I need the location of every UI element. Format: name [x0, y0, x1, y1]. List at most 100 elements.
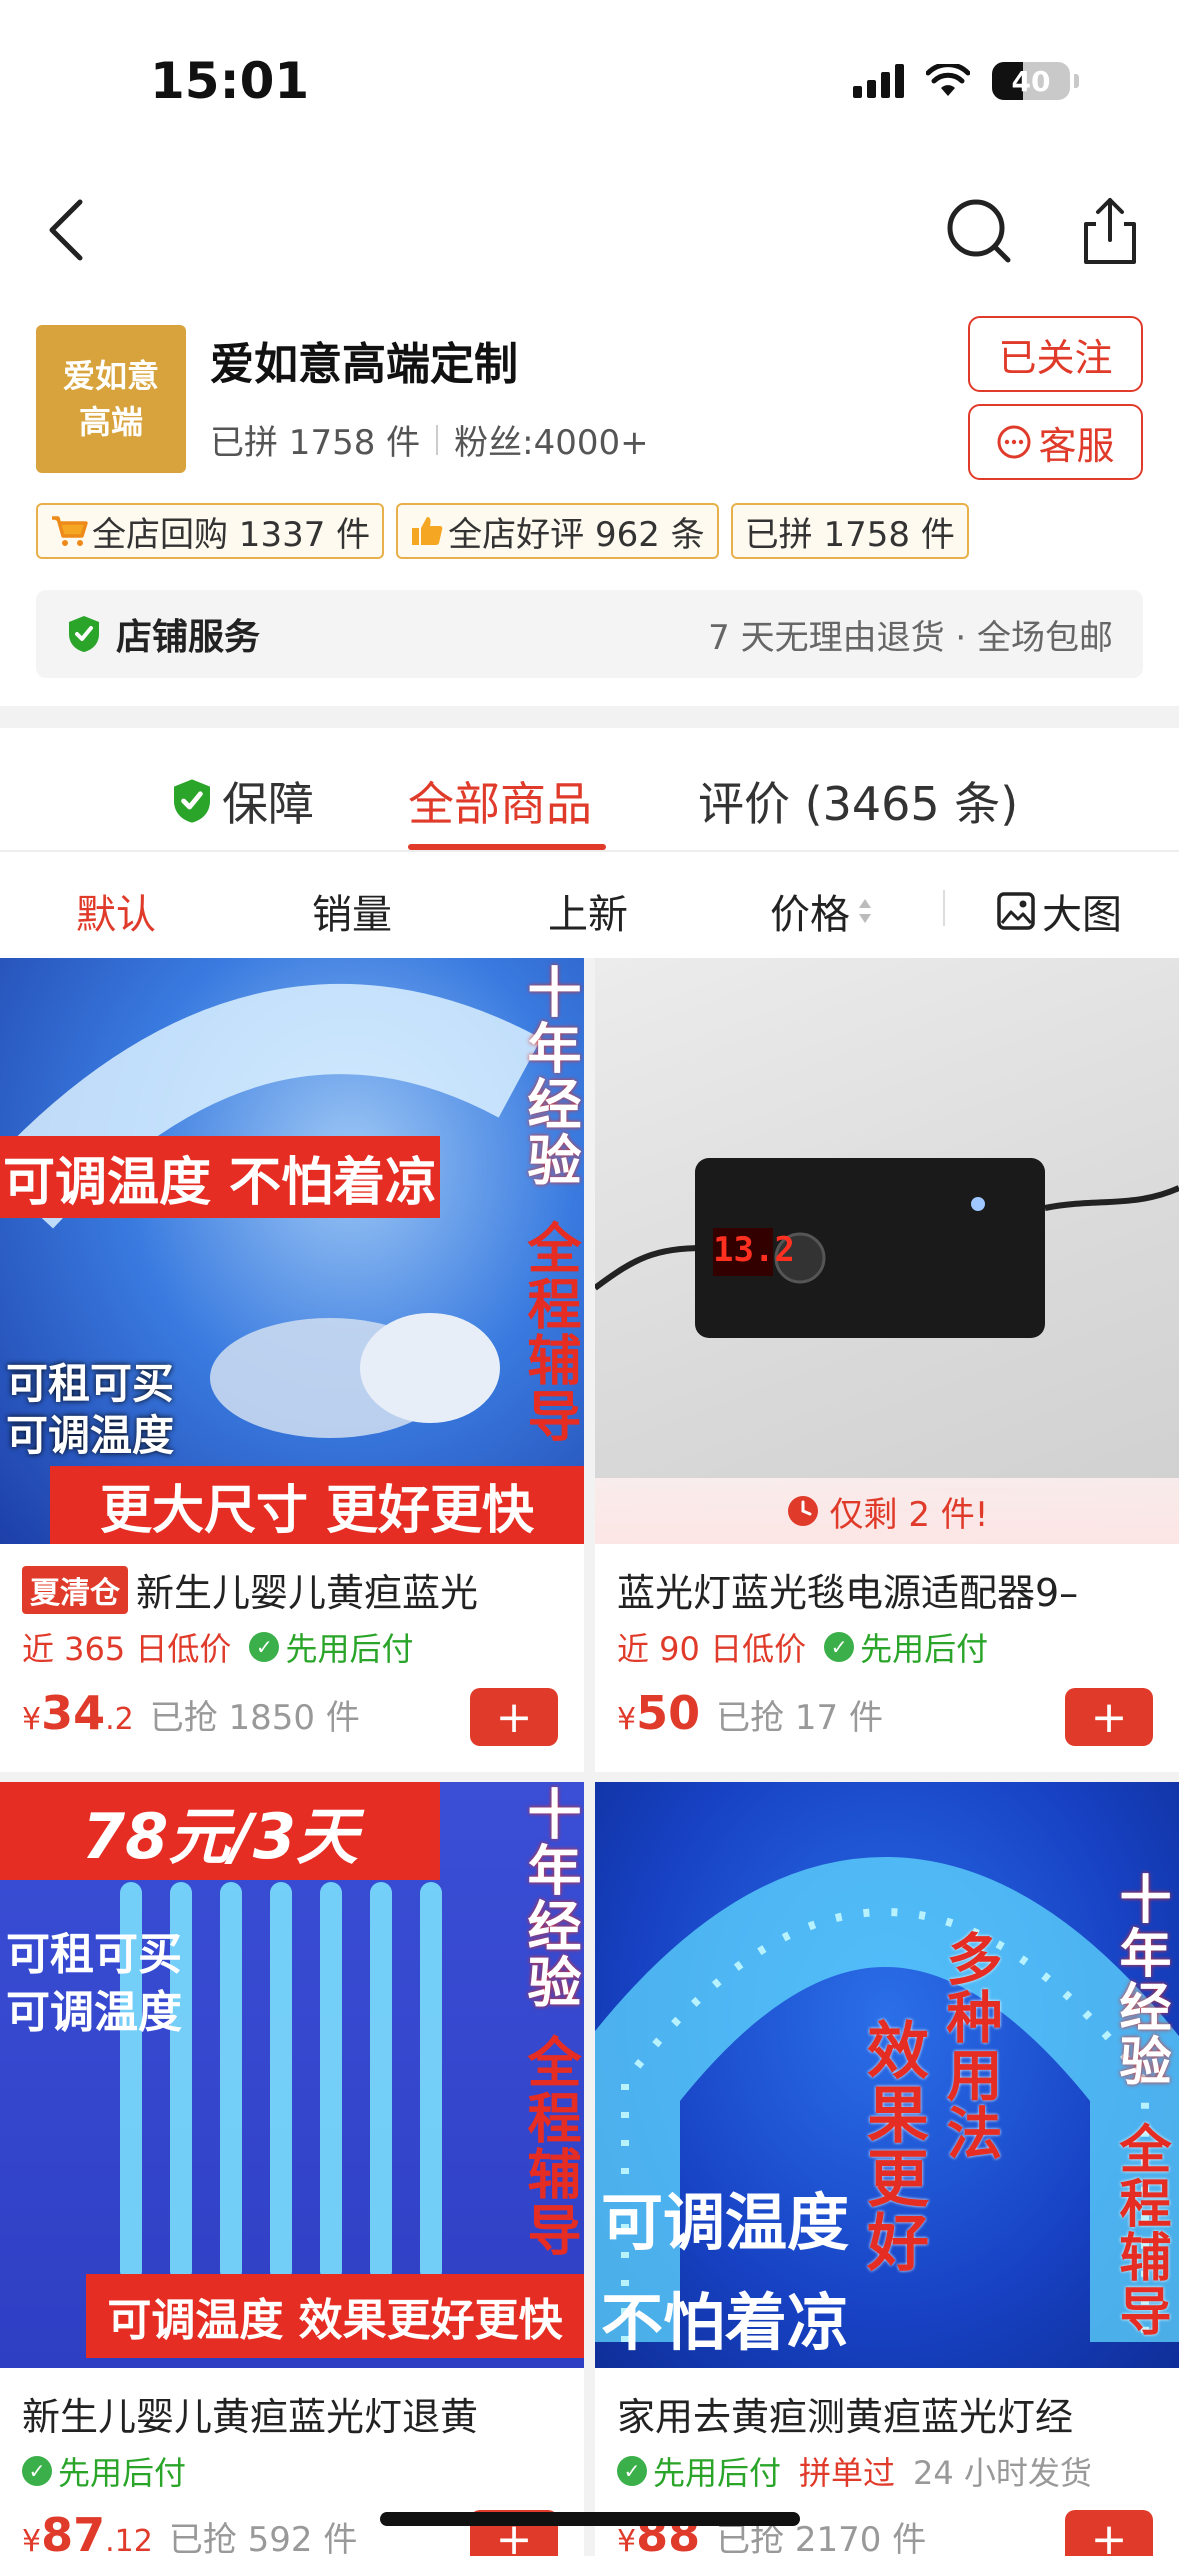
- image-vertical-text-2: 全程辅导: [518, 2034, 581, 2258]
- low-price-label: 近 365 日低价: [22, 1630, 232, 1668]
- power-adapter-graphic: [595, 1158, 1179, 1338]
- image-banner-bottom: 更大尺寸 更好更快: [50, 1466, 584, 1544]
- back-arrow-icon[interactable]: [40, 190, 110, 270]
- product-price: ¥50 已抢 17 件: [617, 1686, 883, 1740]
- home-indicator[interactable]: [380, 2512, 800, 2526]
- image-vertical-text-1: 十年经验: [518, 964, 581, 1188]
- tab-reviews-label: 评价 (3465 条): [698, 777, 1019, 831]
- pay-later-text: 先用后付: [58, 2454, 187, 2492]
- big-image-toggle[interactable]: 大图: [996, 882, 1122, 940]
- sort-price[interactable]: 价格: [770, 882, 874, 940]
- product-image[interactable]: 13.2 仅剩 2 件!: [595, 958, 1179, 1544]
- sort-new[interactable]: 上新: [548, 882, 628, 940]
- add-to-cart-button[interactable]: +: [470, 1688, 558, 1746]
- shop-fans-count: 粉丝:4000+: [454, 423, 649, 463]
- pay-later-text: 先用后付: [285, 1630, 414, 1668]
- battery-tip: [1074, 74, 1079, 88]
- product-price: ¥34.2 已抢 1850 件: [22, 1686, 360, 1740]
- product-meta: ✓ 先用后付: [22, 2448, 186, 2494]
- sold-count: 已抢 592 件: [168, 2520, 358, 2556]
- product-title-text: 家用去黄疸测黄疸蓝光灯经: [617, 2395, 1074, 2439]
- sold-count: 已抢 17 件: [716, 1698, 883, 1738]
- stock-warning-text: 仅剩 2 件!: [829, 1494, 989, 1535]
- product-image[interactable]: 78元/3天 可租可买 可调温度 可调温度 效果更好更快 十年经验 全程辅导: [0, 1782, 584, 2368]
- shop-meta: 已拼 1758 件 粉丝:4000+: [210, 415, 649, 464]
- store-service-bar[interactable]: 店铺服务 7 天无理由退货 · 全场包邮: [36, 590, 1143, 678]
- tab-active-indicator: [408, 844, 606, 850]
- pay-later-label: ✓ 先用后付: [617, 2448, 781, 2494]
- shop-tabs: 保障 全部商品 评价 (3465 条): [0, 728, 1179, 852]
- tab-reviews[interactable]: 评价 (3465 条): [698, 768, 1018, 834]
- big-image-label: 大图: [1042, 892, 1122, 938]
- product-title: 新生儿婴儿黄疸蓝光灯退黄: [22, 2386, 567, 2441]
- store-service-title: 店铺服务: [116, 617, 261, 658]
- shop-name: 爱如意高端定制: [210, 339, 518, 390]
- product-title: 蓝光灯蓝光毯电源适配器9–: [617, 1562, 1162, 1617]
- shop-pinned-count: 已拼 1758 件: [210, 423, 421, 463]
- sort-price-label: 价格: [770, 892, 850, 938]
- price-integer: 87: [41, 2508, 106, 2556]
- product-meta: 近 90 日低价 ✓ 先用后付: [617, 1624, 988, 1670]
- image-vertical-text-1: 十年经验: [518, 1786, 581, 2010]
- pay-later-text: 先用后付: [653, 2454, 782, 2492]
- product-card[interactable]: 13.2 仅剩 2 件! 蓝光灯蓝光毯电源适配器9– 近 90 日低价 ✓ 先用…: [595, 958, 1179, 1772]
- product-meta: 近 365 日低价 ✓ 先用后付: [22, 1624, 413, 1670]
- price-decimal: .12: [105, 2524, 153, 2556]
- add-to-cart-button[interactable]: +: [1065, 1688, 1153, 1746]
- badge-repurchase-text: 全店回购 1337 件: [92, 514, 371, 555]
- pay-later-label: ✓ 先用后付: [824, 1624, 988, 1670]
- sort-sales[interactable]: 销量: [312, 882, 392, 940]
- pay-later-icon: ✓: [824, 1632, 855, 1662]
- product-image[interactable]: 可调温度 不怕着凉 可租可买 可调温度 更大尺寸 更好更快 十年经验 全程辅导: [0, 958, 584, 1544]
- pay-later-label: ✓ 先用后付: [22, 2448, 186, 2494]
- clearance-tag: 夏清仓: [22, 1565, 128, 1614]
- price-decimal: .2: [105, 1702, 134, 1737]
- image-icon: [997, 892, 1035, 930]
- sort-default[interactable]: 默认: [76, 882, 156, 940]
- price-symbol: ¥: [22, 2524, 42, 2556]
- customer-service-button[interactable]: 客服: [968, 404, 1143, 480]
- badge-repurchase: 全店回购 1337 件: [36, 503, 385, 559]
- tab-guarantee-label: 保障: [222, 777, 314, 831]
- product-card[interactable]: 可调温度 不怕着凉 可租可买 可调温度 更大尺寸 更好更快 十年经验 全程辅导 …: [0, 958, 584, 1772]
- image-text-line2: 不怕着凉: [601, 2286, 850, 2359]
- search-icon[interactable]: [940, 192, 1020, 272]
- customer-service-label: 客服: [1038, 423, 1115, 468]
- tab-guarantee[interactable]: 保障: [170, 768, 314, 834]
- product-card[interactable]: 十年经验 全程辅导 多种用法 效果更好 可调温度 不怕着凉 家用去黄疸测黄疸蓝光…: [595, 1782, 1179, 2556]
- image-text-line1: 可调温度: [601, 2186, 850, 2259]
- product-card[interactable]: 78元/3天 可租可买 可调温度 可调温度 效果更好更快 十年经验 全程辅导 新…: [0, 1782, 584, 2556]
- follow-button[interactable]: 已关注: [968, 316, 1143, 392]
- thumbs-up-icon: [412, 517, 443, 545]
- image-vertical-text-3: 多种用法: [937, 1930, 1002, 2162]
- shield-check-icon: [174, 779, 210, 823]
- cellular-signal-icon: [853, 64, 904, 98]
- price-symbol: ¥: [617, 1702, 637, 1737]
- battery-icon: 40: [992, 62, 1070, 100]
- low-price-label: 近 90 日低价: [617, 1630, 807, 1668]
- image-vertical-text-4: 效果更好: [856, 2018, 929, 2274]
- pay-later-label: ✓ 先用后付: [249, 1624, 413, 1670]
- product-grid: 可调温度 不怕着凉 可租可买 可调温度 更大尺寸 更好更快 十年经验 全程辅导 …: [0, 958, 1179, 2556]
- product-image[interactable]: 十年经验 全程辅导 多种用法 效果更好 可调温度 不怕着凉: [595, 1782, 1179, 2368]
- product-title-text: 蓝光灯蓝光毯电源适配器9–: [617, 1571, 1079, 1615]
- product-title: 家用去黄疸测黄疸蓝光灯经: [617, 2386, 1162, 2441]
- product-price: ¥87.12 已抢 592 件: [22, 2508, 357, 2556]
- pay-later-text: 先用后付: [860, 1630, 989, 1668]
- share-icon[interactable]: [1070, 190, 1150, 270]
- tab-all-products-label: 全部商品: [408, 777, 592, 831]
- badge-pinned-text: 已拼 1758 件: [744, 514, 955, 555]
- badge-pinned: 已拼 1758 件: [730, 503, 969, 559]
- led-display: 13.2: [713, 1230, 795, 1270]
- image-vertical-text-1: 十年经验: [1110, 1872, 1170, 2088]
- product-title-text: 新生儿婴儿黄疸蓝光: [136, 1571, 479, 1615]
- badge-good-reviews-text: 全店好评 962 条: [448, 514, 705, 555]
- shield-check-icon: [69, 616, 99, 652]
- tab-all-products[interactable]: 全部商品: [408, 768, 592, 834]
- stock-warning: 仅剩 2 件!: [595, 1478, 1179, 1544]
- status-bar: 15:01 40: [0, 0, 1179, 170]
- price-value: ¥50: [617, 1686, 700, 1740]
- add-to-cart-button[interactable]: +: [1065, 2510, 1153, 2556]
- clock-icon: [787, 1496, 818, 1526]
- shop-logo[interactable]: 爱如意 高端: [36, 325, 186, 473]
